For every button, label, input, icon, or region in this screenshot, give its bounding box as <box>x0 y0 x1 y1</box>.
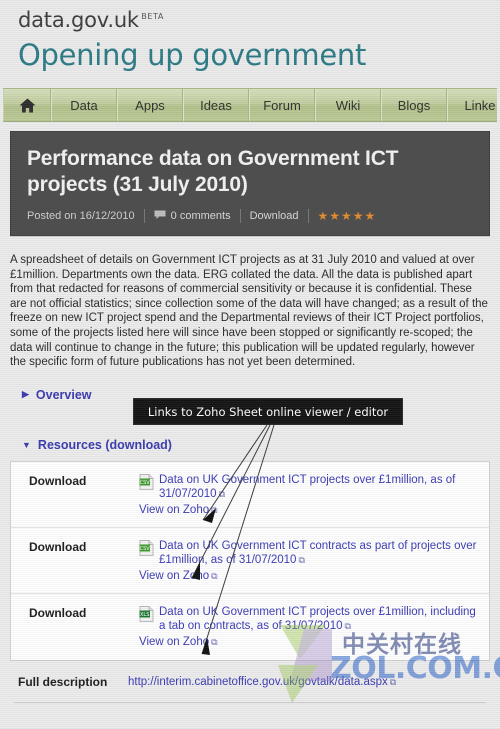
home-icon <box>19 98 36 113</box>
section-resources-label: Resources (download) <box>37 437 172 452</box>
site-brand[interactable]: data.gov.uk BETA <box>18 8 163 32</box>
xls-file-icon: XLS <box>139 605 154 627</box>
resource-body: CSV Data on UK Government ICT projects o… <box>139 473 479 516</box>
page-title: Performance data on Government ICT proje… <box>27 147 399 196</box>
resource-download-label: Download <box>29 473 87 488</box>
view-on-zoho-text: View on Zoho <box>139 635 210 648</box>
svg-text:CSV: CSV <box>140 480 151 486</box>
resource-row: Download CSV Data on UK Government ICT c… <box>11 528 489 594</box>
full-description-row: Full description http://interim.cabineto… <box>10 675 490 689</box>
external-link-icon: ⧉ <box>218 488 225 499</box>
nav-item-blogs[interactable]: Blogs <box>381 89 447 121</box>
full-description-url-text: http://interim.cabinetoffice.gov.uk/govt… <box>128 675 388 688</box>
site-tagline: Opening up government <box>18 38 367 72</box>
chevron-down-icon: ▼ <box>22 439 31 450</box>
view-on-zoho-text: View on Zoho <box>139 569 210 582</box>
resources-list: Download CSV Data on UK Government ICT p… <box>10 460 490 661</box>
resource-title-line: CSV Data on UK Government ICT contracts … <box>139 539 479 567</box>
annotation-callout-text: Links to Zoho Sheet online viewer / edit… <box>147 404 389 419</box>
full-description-label: Full description <box>18 674 108 689</box>
resource-link-text: Data on UK Government ICT projects over … <box>159 473 456 500</box>
csv-file-icon: CSV <box>139 473 154 495</box>
resource-body: CSV Data on UK Government ICT contracts … <box>139 539 479 582</box>
page-root: data.gov.uk BETA Opening up government D… <box>0 0 500 729</box>
resource-title-line: CSV Data on UK Government ICT projects o… <box>139 473 479 501</box>
view-on-zoho-text: View on Zoho <box>139 503 210 516</box>
svg-text:XLS: XLS <box>140 612 149 618</box>
resource-body: XLS Data on UK Government ICT projects o… <box>139 605 479 648</box>
external-link-icon: ⧉ <box>298 554 305 565</box>
beta-badge: BETA <box>141 12 164 21</box>
article-header: Performance data on Government ICT proje… <box>10 131 490 236</box>
nav-item-wiki[interactable]: Wiki <box>315 89 381 121</box>
resource-download-label: Download <box>29 539 87 554</box>
main-navigation[interactable]: Data Apps Ideas Forum Wiki Blogs Linke <box>3 88 500 122</box>
article-meta: Posted on 16/12/2010 0 comments Download… <box>27 209 473 223</box>
brand-text: data.gov.uk <box>18 8 139 32</box>
annotation-callout: Links to Zoho Sheet online viewer / edit… <box>133 398 403 425</box>
section-overview-label: Overview <box>35 387 92 402</box>
posted-date: Posted on 16/12/2010 <box>27 210 135 222</box>
article-description: A spreadsheet of details on Government I… <box>10 254 488 369</box>
nav-item-linked-data[interactable]: Linke <box>447 89 500 121</box>
external-link-icon: ⧉ <box>211 636 218 647</box>
external-link-icon: ⧉ <box>211 504 218 515</box>
download-link[interactable]: Download <box>250 210 299 222</box>
rating-stars[interactable]: ★★★★★ <box>318 209 377 223</box>
nav-item-forum[interactable]: Forum <box>249 89 315 121</box>
bottom-divider <box>14 701 486 704</box>
meta-divider-3 <box>307 209 309 223</box>
meta-divider-2 <box>239 209 241 223</box>
external-link-icon: ⧉ <box>389 676 397 687</box>
comments-count[interactable]: 0 comments <box>171 210 231 222</box>
nav-item-home[interactable] <box>3 89 51 121</box>
chevron-right-icon: ▶ <box>22 389 29 400</box>
section-resources[interactable]: ▼ Resources (download) <box>22 438 490 452</box>
resource-link[interactable]: Data on UK Government ICT projects over … <box>159 473 479 501</box>
resource-title-line: XLS Data on UK Government ICT projects o… <box>139 605 479 633</box>
view-on-zoho-link[interactable]: View on Zoho ⧉ <box>139 636 479 648</box>
nav-item-data[interactable]: Data <box>51 89 117 121</box>
nav-item-ideas[interactable]: Ideas <box>183 89 249 121</box>
meta-divider <box>143 209 145 223</box>
external-link-icon: ⧉ <box>344 620 351 631</box>
external-link-icon: ⧉ <box>211 570 218 581</box>
full-description-url[interactable]: http://interim.cabinetoffice.gov.uk/govt… <box>128 676 396 688</box>
resource-link[interactable]: Data on UK Government ICT contracts as p… <box>159 539 479 567</box>
resource-row: Download CSV Data on UK Government ICT p… <box>11 462 489 528</box>
svg-text:CSV: CSV <box>140 546 151 552</box>
nav-item-apps[interactable]: Apps <box>117 89 183 121</box>
resource-link[interactable]: Data on UK Government ICT projects over … <box>159 605 479 633</box>
resource-download-label: Download <box>29 605 87 620</box>
view-on-zoho-link[interactable]: View on Zoho ⧉ <box>139 570 479 582</box>
resource-row: Download XLS Data on UK Government ICT p… <box>11 594 489 660</box>
comment-icon <box>154 210 166 223</box>
site-masthead: data.gov.uk BETA Opening up government <box>0 0 500 88</box>
resource-link-text: Data on UK Government ICT projects over … <box>159 605 476 632</box>
resource-link-text: Data on UK Government ICT contracts as p… <box>159 539 477 566</box>
csv-file-icon: CSV <box>139 539 154 561</box>
view-on-zoho-link[interactable]: View on Zoho ⧉ <box>139 504 479 516</box>
